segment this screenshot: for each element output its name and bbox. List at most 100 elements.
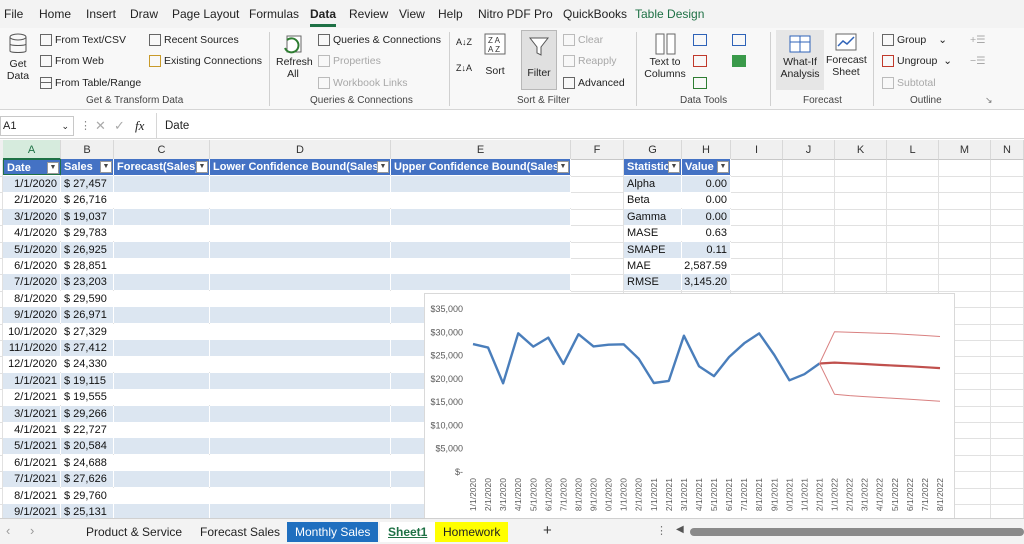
remove-duplicates-button[interactable] — [693, 55, 707, 68]
horizontal-scrollbar[interactable] — [690, 528, 1024, 536]
forecast-cell[interactable] — [210, 405, 391, 422]
date-cell[interactable]: 10/1/2020 — [3, 323, 61, 340]
forecast-cell[interactable] — [210, 372, 391, 389]
date-cell[interactable]: 1/1/2020 — [3, 176, 61, 192]
column-header-j[interactable]: J — [783, 140, 835, 160]
filter-dropdown-icon[interactable]: ▼ — [100, 161, 112, 173]
filter-dropdown-icon[interactable]: ▼ — [557, 161, 569, 173]
menu-file[interactable]: File — [4, 7, 23, 21]
forecast-cell[interactable] — [114, 487, 210, 504]
text-to-columns-button[interactable]: Text to Columns — [643, 32, 687, 80]
tab-sheet1[interactable]: Sheet1 — [380, 522, 436, 542]
forecast-cell[interactable] — [114, 307, 210, 324]
from-text-csv-button[interactable]: From Text/CSV — [40, 34, 126, 47]
date-cell[interactable]: 5/1/2021 — [3, 438, 61, 455]
menu-table-design[interactable]: Table Design — [635, 7, 704, 21]
forecast-cell[interactable] — [114, 389, 210, 406]
value-cell[interactable]: 0.00 — [682, 208, 731, 225]
forecast-cell[interactable] — [114, 422, 210, 438]
sort-descending-button[interactable]: Z↓A — [456, 62, 472, 74]
add-sheet-icon[interactable]: + — [543, 522, 552, 539]
formula-input[interactable]: Date — [156, 113, 1024, 139]
date-cell[interactable]: 7/1/2021 — [3, 471, 61, 488]
value-cell[interactable]: 0.63 — [682, 225, 731, 242]
forecast-cell[interactable] — [210, 438, 391, 455]
table-row[interactable]: 4/1/2020 $ 29,783 — [3, 225, 571, 242]
sales-cell[interactable]: $ 24,688 — [61, 454, 114, 471]
forecast-cell[interactable] — [114, 258, 210, 274]
sales-cell[interactable]: $ 24,330 — [61, 356, 114, 373]
filter-dropdown-icon[interactable]: ▼ — [377, 161, 389, 173]
from-web-button[interactable]: From Web — [40, 55, 104, 68]
header-upper-bound[interactable]: Upper Confidence Bound(Sales) ▼ — [391, 159, 571, 175]
date-cell[interactable]: 7/1/2020 — [3, 274, 61, 291]
forecast-cell[interactable] — [114, 225, 210, 242]
stats-row[interactable]: Gamma 0.00 — [624, 208, 731, 225]
filter-dropdown-icon[interactable]: ▼ — [196, 161, 208, 173]
forecast-cell[interactable] — [210, 290, 391, 307]
forecast-cell[interactable] — [114, 438, 210, 455]
forecast-cell[interactable] — [210, 225, 391, 242]
statistic-cell[interactable]: Gamma — [627, 208, 682, 225]
forecast-sheet-button[interactable]: Forecast Sheet — [826, 32, 867, 78]
date-cell[interactable]: 2/1/2020 — [3, 192, 61, 209]
table-row[interactable]: 5/1/2020 $ 26,925 — [3, 241, 571, 258]
sales-cell[interactable]: $ 22,727 — [61, 422, 114, 438]
ungroup-button[interactable]: Ungroup ⌄ — [882, 55, 952, 68]
name-box[interactable]: A1 ⌄ — [0, 116, 74, 136]
data-validation-button[interactable] — [693, 77, 707, 90]
statistic-cell[interactable]: Beta — [627, 192, 682, 209]
value-cell[interactable]: 3,145.20 — [682, 274, 731, 291]
menu-quickbooks[interactable]: QuickBooks — [563, 7, 627, 21]
forecast-cell[interactable] — [391, 176, 571, 192]
sales-cell[interactable]: $ 27,457 — [61, 176, 114, 192]
scroll-left-icon[interactable]: ◀ — [676, 524, 684, 535]
sales-cell[interactable]: $ 26,716 — [61, 192, 114, 209]
sales-cell[interactable]: $ 28,851 — [61, 258, 114, 274]
menu-page-layout[interactable]: Page Layout — [172, 7, 239, 21]
column-header-e[interactable]: E — [391, 140, 571, 160]
forecast-cell[interactable] — [114, 323, 210, 340]
sales-cell[interactable]: $ 27,626 — [61, 471, 114, 488]
sales-cell[interactable]: $ 27,329 — [61, 323, 114, 340]
value-cell[interactable]: 0.00 — [682, 176, 731, 192]
from-table-range-button[interactable]: From Table/Range — [40, 77, 141, 90]
sales-cell[interactable]: $ 27,412 — [61, 340, 114, 356]
date-cell[interactable]: 8/1/2020 — [3, 290, 61, 307]
filter-dropdown-icon[interactable]: ▼ — [668, 161, 680, 173]
show-detail-button[interactable]: +☰ — [970, 34, 986, 46]
forecast-cell[interactable] — [114, 290, 210, 307]
stats-row[interactable]: Alpha 0.00 — [624, 176, 731, 192]
dialog-launcher-icon[interactable]: ↘ — [985, 94, 993, 106]
filter-button[interactable]: Filter — [521, 30, 557, 90]
column-header-h[interactable]: H — [682, 140, 731, 160]
forecast-cell[interactable] — [210, 454, 391, 471]
recent-sources-button[interactable]: Recent Sources — [149, 34, 239, 47]
insert-function-icon[interactable]: fx — [135, 118, 144, 134]
forecast-cell[interactable] — [210, 192, 391, 209]
enter-icon[interactable]: ✓ — [114, 118, 125, 134]
tab-forecast-sales[interactable]: Forecast Sales — [192, 522, 288, 542]
tab-product-service[interactable]: Product & Service — [78, 522, 190, 542]
header-date[interactable]: Date ▼ — [3, 159, 61, 175]
sort-ascending-button[interactable]: A↓Z — [456, 36, 472, 48]
sales-cell[interactable]: $ 20,584 — [61, 438, 114, 455]
column-header-n[interactable]: N — [991, 140, 1024, 160]
forecast-cell[interactable] — [391, 192, 571, 209]
menu-review[interactable]: Review — [349, 7, 388, 21]
statistic-cell[interactable]: Alpha — [627, 176, 682, 192]
forecast-cell[interactable] — [210, 389, 391, 406]
forecast-cell[interactable] — [114, 454, 210, 471]
sales-cell[interactable]: $ 29,760 — [61, 487, 114, 504]
statistic-cell[interactable]: MASE — [627, 225, 682, 242]
menu-draw[interactable]: Draw — [130, 7, 158, 21]
date-cell[interactable]: 4/1/2021 — [3, 422, 61, 438]
value-cell[interactable]: 0.11 — [682, 241, 731, 258]
data-model-button[interactable] — [732, 55, 746, 68]
tab-monthly-sales[interactable]: Monthly Sales — [287, 522, 379, 542]
group-button[interactable]: Group ⌄ — [882, 34, 947, 47]
properties-button[interactable]: Properties — [318, 55, 381, 68]
forecast-cell[interactable] — [114, 340, 210, 356]
forecast-cell[interactable] — [391, 208, 571, 225]
date-cell[interactable]: 3/1/2021 — [3, 405, 61, 422]
